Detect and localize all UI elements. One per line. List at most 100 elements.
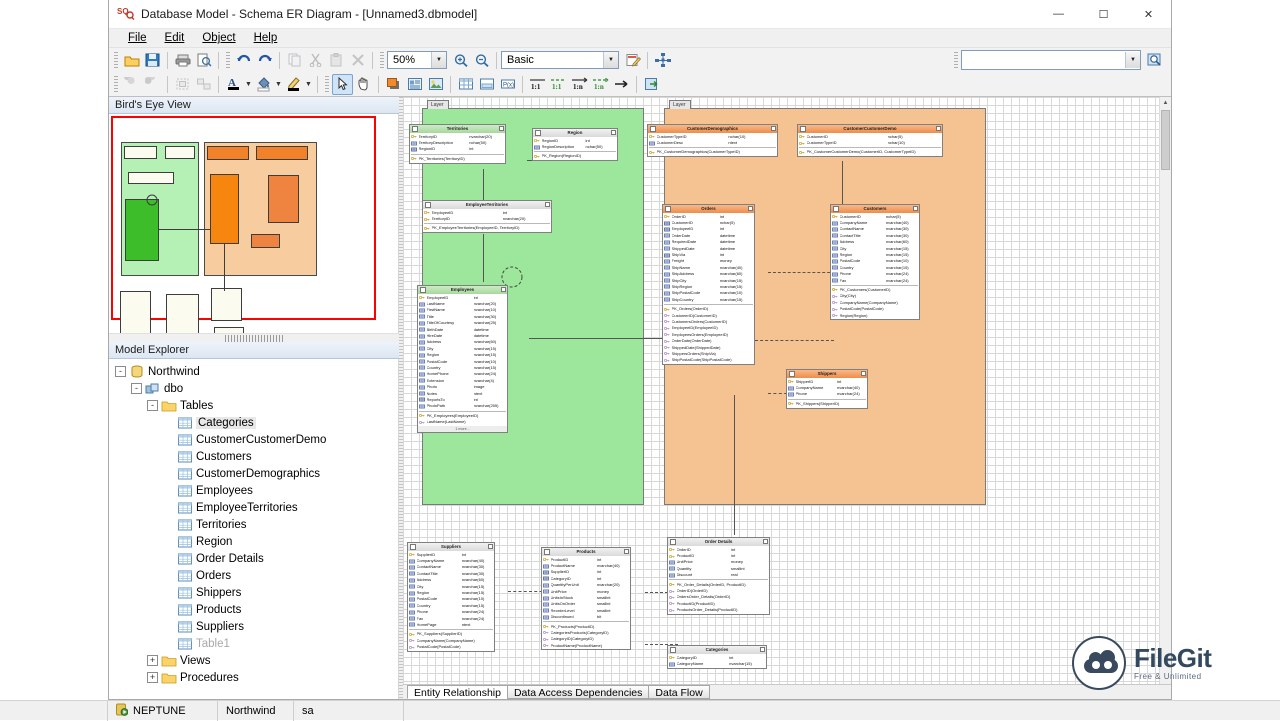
- chevron-down-icon[interactable]: ▼: [244, 74, 253, 95]
- toolbar-grip[interactable]: [380, 52, 384, 69]
- entity-key-row[interactable]: Region(Region): [831, 312, 919, 318]
- shape-icon[interactable]: [383, 74, 404, 95]
- edit-style-icon[interactable]: [622, 50, 643, 71]
- entity-collapse-icon[interactable]: [936, 126, 941, 131]
- entity-collapse-icon[interactable]: [624, 549, 629, 554]
- image-icon[interactable]: [425, 74, 446, 95]
- chevron-down-icon[interactable]: ▼: [274, 74, 283, 95]
- tree-item-dbo[interactable]: -dbo: [109, 380, 398, 397]
- tree-item-procedures[interactable]: +Procedures: [109, 669, 398, 686]
- chevron-down-icon[interactable]: ▼: [304, 74, 313, 95]
- entity-collapse-icon[interactable]: [748, 206, 753, 211]
- print-icon[interactable]: [172, 50, 193, 71]
- tree-item-customers[interactable]: Customers: [109, 448, 398, 465]
- entity-customerdemographics[interactable]: CustomerDemographicsCustomerTypeIDnchar(…: [647, 124, 778, 157]
- entity-collapse-icon[interactable]: [488, 544, 493, 549]
- entity-column-row[interactable]: HomePagentext: [408, 622, 494, 628]
- tree-item-employeeterritories[interactable]: EmployeeTerritories: [109, 499, 398, 516]
- group-icon[interactable]: [172, 74, 193, 95]
- pointer-icon[interactable]: [332, 74, 353, 95]
- entity-column-row[interactable]: Faxnvarchar(24): [831, 277, 919, 283]
- expand-icon[interactable]: +: [147, 655, 158, 666]
- tree-item-products[interactable]: Products: [109, 601, 398, 618]
- find-input[interactable]: ▼: [961, 50, 1141, 70]
- zoom-combo[interactable]: 50% ▼: [387, 51, 447, 69]
- entity-region[interactable]: RegionRegionIDintRegionDescriptionnchar(…: [532, 128, 618, 161]
- toolbar-grip[interactable]: [325, 76, 329, 93]
- chevron-down-icon[interactable]: ▼: [603, 52, 618, 68]
- entity-key-row[interactable]: PostalCode(PostalCode): [408, 644, 494, 650]
- arrow-icon[interactable]: [611, 74, 632, 95]
- collapse-icon[interactable]: -: [147, 400, 158, 411]
- tree-item-tables[interactable]: -Tables: [109, 397, 398, 414]
- tree-item-suppliers[interactable]: Suppliers: [109, 618, 398, 635]
- entity-column-row[interactable]: PhotoPathnvarchar(255): [418, 403, 507, 409]
- tree-item-northwind[interactable]: -Northwind: [109, 363, 398, 380]
- entity-key-row[interactable]: PK_CustomerCustomerDemo(CustomerID, Cust…: [798, 149, 942, 155]
- minimize-button[interactable]: —: [1036, 0, 1081, 29]
- entity-customercustomerdemo[interactable]: CustomerCustomerDemoCustomerIDnchar(5)Cu…: [797, 124, 943, 157]
- entity-collapse-icon[interactable]: [499, 126, 504, 131]
- entity-column-row[interactable]: CategoryNamenvarchar(15): [668, 661, 766, 667]
- entity-collapse-icon[interactable]: [760, 647, 765, 652]
- diagram-canvas[interactable]: Layer Layer: [403, 97, 1171, 684]
- entity-key-row[interactable]: LastName(LastName): [418, 419, 507, 425]
- entity-column-row[interactable]: ShipCountrynvarchar(15): [663, 297, 754, 303]
- relation-one-one-identifying-icon[interactable]: 1:1: [548, 74, 569, 95]
- menu-object[interactable]: Object: [193, 30, 244, 46]
- toolbar-grip[interactable]: [226, 52, 230, 69]
- tree-item-orders[interactable]: Orders: [109, 567, 398, 584]
- copy-icon[interactable]: [284, 50, 305, 71]
- entity-column-row[interactable]: CustomerDescntext: [648, 140, 777, 146]
- canvas-vertical-scrollbar[interactable]: ▲: [1159, 97, 1171, 684]
- birds-eye-canvas[interactable]: [109, 114, 399, 333]
- entity-customers[interactable]: CustomersCustomerIDnchar(5)CompanyNamenv…: [830, 204, 920, 320]
- print-preview-icon[interactable]: [193, 50, 214, 71]
- menu-edit[interactable]: Edit: [156, 30, 194, 46]
- entity-orders[interactable]: OrdersOrderIDintCustomerIDnchar(5)Employ…: [662, 204, 755, 365]
- entity-products[interactable]: ProductsProductIDintProductNamenvarchar(…: [541, 547, 631, 650]
- entity-key-row[interactable]: PK_Region(RegionID): [533, 153, 617, 159]
- entity-shippers[interactable]: ShippersShipperIDintCompanyNamenvarchar(…: [786, 369, 868, 409]
- zoom-out-icon[interactable]: [471, 50, 492, 71]
- entity-key-row[interactable]: PK_CustomerDemographics(CustomerTypeID): [648, 149, 777, 155]
- entity-column-row[interactable]: RegionIDint: [410, 146, 505, 152]
- entity-collapse-icon[interactable]: [501, 287, 506, 292]
- entity-key-row[interactable]: PK_Shippers(ShipperID): [787, 401, 867, 407]
- model-explorer-tree[interactable]: -Northwind-dbo-TablesCategoriesCustomerC…: [109, 359, 399, 699]
- cut-icon[interactable]: [305, 50, 326, 71]
- view-icon[interactable]: [476, 74, 497, 95]
- tree-item-categories[interactable]: Categories: [109, 414, 398, 431]
- line-color-icon[interactable]: [283, 74, 304, 95]
- text-box-icon[interactable]: [404, 74, 425, 95]
- tree-item-order-details[interactable]: Order Details: [109, 550, 398, 567]
- entity-column-row[interactable]: Discontinuedbit: [542, 614, 630, 620]
- tab-data-access-dependencies[interactable]: Data Access Dependencies: [507, 685, 649, 699]
- entity-collapse-icon[interactable]: [861, 371, 866, 376]
- chevron-down-icon[interactable]: ▼: [431, 52, 446, 68]
- bring-front-icon[interactable]: [121, 74, 142, 95]
- entity-collapse-icon[interactable]: [771, 126, 776, 131]
- tab-entity-relationship[interactable]: Entity Relationship: [407, 685, 508, 699]
- relation-one-one-icon[interactable]: 1:1: [527, 74, 548, 95]
- birds-eye-scrollbar[interactable]: [109, 333, 399, 342]
- menu-file[interactable]: File: [119, 30, 156, 46]
- toolbar-grip[interactable]: [114, 52, 118, 69]
- entity-key-row[interactable]: ProductsOrder_Details(ProductID): [668, 607, 769, 613]
- entity-column-row[interactable]: CustomerTypeIDnchar(10): [798, 140, 942, 146]
- tree-item-customercustomerdemo[interactable]: CustomerCustomerDemo: [109, 431, 398, 448]
- tree-item-employees[interactable]: Employees: [109, 482, 398, 499]
- entity-collapse-icon[interactable]: [913, 206, 918, 211]
- tree-item-region[interactable]: Region: [109, 533, 398, 550]
- entity-collapse-icon[interactable]: [545, 202, 550, 207]
- entity-collapse-icon[interactable]: [763, 539, 768, 544]
- entity-key-row[interactable]: ShipPostalCode(ShipPostalCode): [663, 357, 754, 363]
- tree-item-table1[interactable]: Table1: [109, 635, 398, 652]
- tree-item-shippers[interactable]: Shippers: [109, 584, 398, 601]
- entity-suppliers[interactable]: SuppliersSupplierIDintCompanyNamenvarcha…: [407, 542, 495, 652]
- paste-icon[interactable]: [326, 50, 347, 71]
- scroll-up-arrow[interactable]: ▲: [1160, 97, 1171, 109]
- procedure-icon[interactable]: P(x): [497, 74, 518, 95]
- undo-icon[interactable]: [233, 50, 254, 71]
- auto-layout-icon[interactable]: [652, 50, 673, 71]
